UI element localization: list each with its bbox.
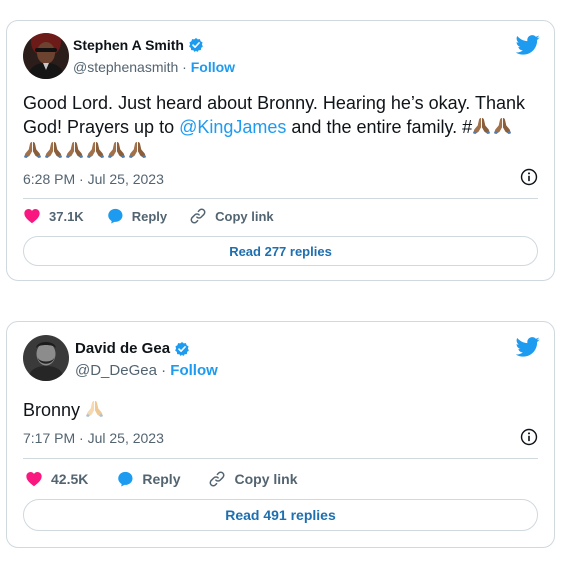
tweet-text: Good Lord. Just heard about Bronny. Hear… [23, 91, 548, 163]
handle-row: @stephenasmith · Follow [73, 59, 235, 75]
read-replies-button[interactable]: Read 491 replies [23, 499, 538, 531]
divider [23, 458, 538, 459]
follow-button[interactable]: Follow [191, 59, 235, 75]
link-icon [208, 470, 226, 488]
info-icon[interactable] [520, 428, 538, 446]
avatar[interactable] [23, 33, 69, 79]
folded-hands-emoji [86, 141, 105, 159]
read-replies-label: Read 491 replies [225, 507, 336, 523]
folded-hands-emoji [44, 141, 63, 159]
author-name[interactable]: David de Gea [75, 340, 170, 357]
divider [23, 198, 538, 199]
tweet-card: David de Gea @D_DeGea · Follow Bronny 7:… [6, 321, 555, 548]
reply-bubble-icon [116, 470, 134, 488]
tweet-text-part: and the entire family. # [286, 117, 473, 137]
folded-hands-emoji [107, 141, 126, 159]
tweet-text-part: Bronny [23, 400, 81, 420]
author-handle[interactable]: @D_DeGea [75, 362, 157, 379]
link-icon [189, 207, 207, 225]
heart-icon [23, 207, 41, 225]
author-row: David de Gea [75, 340, 190, 357]
read-replies-button[interactable]: Read 277 replies [23, 236, 538, 266]
separator-dot: · [161, 362, 167, 379]
folded-hands-emoji [65, 141, 84, 159]
folded-hands-emoji [85, 400, 104, 418]
tweet-text: Bronny [23, 398, 523, 422]
reply-button[interactable]: Reply [106, 206, 167, 226]
read-replies-label: Read 277 replies [229, 243, 332, 259]
tweet-timestamp[interactable]: 7:17 PM · Jul 25, 2023 [23, 430, 164, 446]
reply-bubble-icon [106, 207, 124, 225]
author-row: Stephen A Smith [73, 37, 204, 53]
reply-label: Reply [131, 208, 168, 224]
author-handle[interactable]: @stephenasmith [73, 59, 178, 75]
folded-hands-emoji [493, 117, 512, 135]
folded-hands-emoji [472, 117, 491, 135]
tweet-card: Stephen A Smith @stephenasmith · Follow … [6, 20, 555, 281]
folded-hands-emoji [128, 141, 147, 159]
copy-link-label: Copy link [234, 471, 298, 487]
like-count: 37.1K [49, 208, 84, 224]
action-bar: 42.5K Reply Copy link [25, 469, 326, 489]
copy-link-label: Copy link [215, 208, 274, 224]
like-button[interactable]: 37.1K [23, 206, 84, 226]
copy-link-button[interactable]: Copy link [208, 469, 298, 489]
like-count: 42.5K [51, 471, 89, 487]
separator-dot: · [182, 59, 187, 75]
like-button[interactable]: 42.5K [25, 469, 88, 489]
handle-row: @D_DeGea · Follow [75, 362, 218, 379]
avatar[interactable] [23, 335, 69, 381]
info-icon[interactable] [520, 168, 538, 186]
follow-button[interactable]: Follow [170, 362, 218, 379]
action-bar: 37.1K Reply Copy link [23, 206, 296, 226]
verified-badge-icon [188, 37, 204, 53]
twitter-bird-icon[interactable] [516, 35, 540, 55]
twitter-bird-icon[interactable] [516, 337, 540, 357]
heart-icon [25, 470, 43, 488]
author-name[interactable]: Stephen A Smith [73, 37, 184, 53]
reply-label: Reply [142, 471, 181, 487]
folded-hands-emoji [23, 141, 42, 159]
mention-link[interactable]: @KingJames [179, 117, 286, 137]
copy-link-button[interactable]: Copy link [189, 206, 274, 226]
tweet-timestamp[interactable]: 6:28 PM · Jul 25, 2023 [23, 171, 164, 187]
reply-button[interactable]: Reply [116, 469, 180, 489]
verified-badge-icon [174, 341, 190, 357]
